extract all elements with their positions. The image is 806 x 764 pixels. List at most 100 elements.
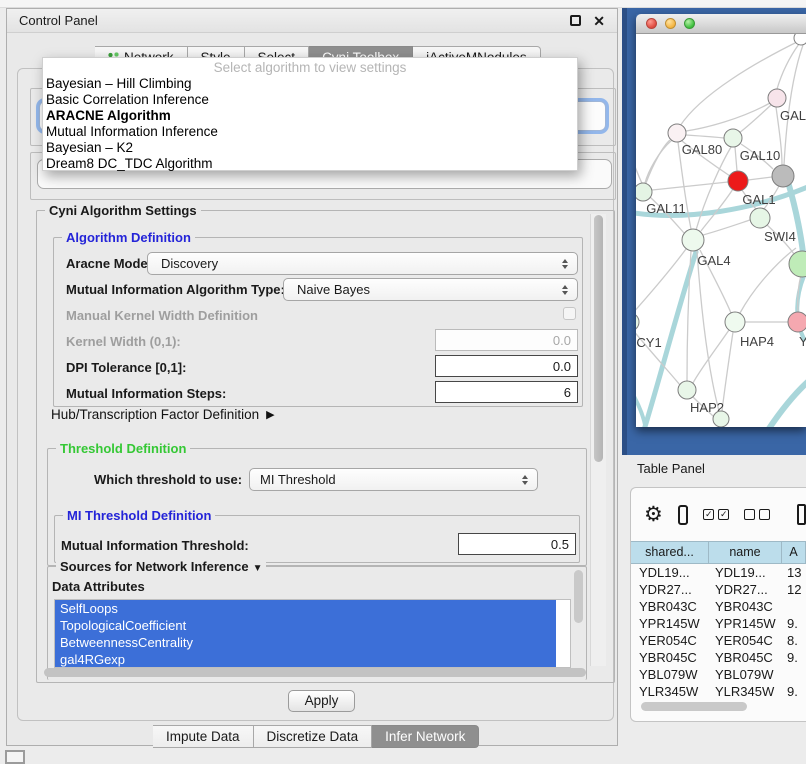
kernel-width-field: 0.0 — [435, 329, 578, 351]
cyni-bottom-tab[interactable]: Discretize Data — [254, 725, 373, 748]
top-edge-strip — [0, 0, 806, 8]
hub-transcription-factor-section[interactable]: Hub/Transcription Factor Definition ▶ — [51, 407, 275, 422]
network-node[interactable] — [713, 411, 729, 427]
aracne-mode-combobox[interactable]: Discovery — [147, 252, 578, 275]
algorithm-options: Bayesian – Hill ClimbingBasic Correlatio… — [43, 76, 577, 172]
network-node[interactable] — [772, 165, 794, 187]
tab-label: Infer Network — [385, 729, 465, 744]
algorithm-option[interactable]: ARACNE Algorithm — [43, 108, 577, 124]
network-node[interactable] — [789, 251, 806, 277]
gear-icon[interactable]: ⚙ — [644, 504, 663, 525]
node-label-GAL1: GAL1 — [742, 192, 775, 207]
document-icon[interactable] — [797, 504, 806, 525]
scrollbar-thumb[interactable] — [641, 702, 747, 711]
network-node-GAL10[interactable] — [724, 129, 742, 147]
table-row[interactable]: YDR27... YDR27... 12 — [631, 581, 806, 598]
network-edge[interactable] — [748, 177, 772, 180]
select-all-icon[interactable]: ✓ ✓ — [703, 509, 729, 520]
network-graph[interactable]: GAL2GAL80GAL10GAL1GAL11SWI4GAL4GCY1HAP4Y… — [636, 34, 806, 427]
network-view-window: GAL2GAL80GAL10GAL1GAL11SWI4GAL4GCY1HAP4Y… — [636, 14, 806, 427]
network-node-HAP4[interactable] — [725, 312, 745, 332]
cyni-bottom-tab[interactable]: Infer Network — [372, 725, 479, 748]
network-node-HAP2[interactable] — [678, 381, 696, 399]
collapse-down-icon[interactable]: ▼ — [253, 563, 263, 574]
algorithm-option[interactable]: Bayesian – Hill Climbing — [43, 76, 577, 92]
mi-algorithm-type-value: Naive Bayes — [284, 282, 557, 297]
table-row[interactable]: YBR045C YBR045C 9. — [631, 649, 806, 666]
network-node-SWI4[interactable] — [750, 208, 770, 228]
network-edge[interactable] — [735, 147, 737, 171]
network-node[interactable] — [794, 34, 806, 45]
network-edge[interactable] — [696, 147, 731, 230]
unchecked-box-icon — [759, 509, 770, 520]
table-row[interactable]: YER054C YER054C 8. — [631, 632, 806, 649]
dpi-tolerance-field[interactable]: 0.0 — [435, 355, 578, 377]
network-edge-highlighted[interactable] — [768, 378, 806, 427]
network-node-GAL80[interactable] — [668, 124, 686, 142]
which-threshold-combobox[interactable]: MI Threshold — [249, 468, 538, 491]
expand-right-icon[interactable]: ▶ — [266, 408, 274, 421]
attribute-list-item[interactable]: gal4RGexp — [55, 651, 556, 668]
algorithm-option[interactable]: Basic Correlation Inference — [43, 92, 577, 108]
network-edge[interactable] — [739, 105, 771, 133]
attribute-list-item[interactable]: BetweennessCentrality — [55, 634, 556, 651]
cyni-bottom-tab[interactable]: Impute Data — [153, 725, 254, 748]
data-attributes-label: Data Attributes — [52, 579, 145, 594]
network-edge[interactable] — [636, 154, 642, 183]
control-panel-title: Control Panel — [19, 13, 570, 28]
table-row[interactable]: YDL19... YDL19... 13 — [631, 564, 806, 581]
cell-value: 12 — [782, 581, 806, 598]
stepper-icon — [517, 475, 533, 485]
network-node-GAL2[interactable] — [768, 89, 786, 107]
network-canvas[interactable]: GAL2GAL80GAL10GAL1GAL11SWI4GAL4GCY1HAP4Y… — [636, 34, 806, 427]
apply-button[interactable]: Apply — [288, 690, 355, 712]
cell-shared-name: YBR043C — [631, 598, 709, 615]
network-edge-highlighted[interactable] — [636, 386, 646, 427]
close-icon[interactable]: ✕ — [593, 14, 605, 28]
table-row[interactable]: YBR043C YBR043C — [631, 598, 806, 615]
attribute-list-scrollbar[interactable] — [574, 570, 583, 623]
network-edge[interactable] — [652, 182, 728, 190]
attribute-list-item[interactable]: SelfLoops — [55, 600, 556, 617]
column-header-shared-name[interactable]: shared... — [631, 542, 709, 563]
table-row[interactable]: YLR345W YLR345W 9. — [631, 683, 806, 700]
mi-threshold-field[interactable]: 0.5 — [458, 533, 576, 555]
scrollbar-thumb[interactable] — [44, 668, 586, 677]
window-zoom-icon[interactable] — [684, 18, 695, 29]
network-node-GAL11[interactable] — [636, 183, 652, 201]
group-title: MI Threshold Definition — [63, 508, 215, 523]
algorithm-dropdown-popup: Select algorithm to view settings Bayesi… — [42, 57, 578, 171]
column-header-clipped[interactable]: A — [782, 542, 806, 563]
algorithm-option[interactable]: Mutual Information Inference — [43, 124, 577, 140]
split-columns-icon[interactable] — [678, 505, 688, 525]
table-row[interactable]: YBL079W YBL079W — [631, 666, 806, 683]
network-edge[interactable] — [697, 251, 719, 411]
float-window-icon[interactable] — [570, 15, 581, 26]
attribute-list-item[interactable]: TopologicalCoefficient — [55, 617, 556, 634]
network-node-GAL1[interactable] — [728, 171, 748, 191]
network-edge[interactable] — [740, 248, 796, 313]
network-node-GAL4[interactable] — [682, 229, 704, 251]
window-close-icon[interactable] — [646, 18, 657, 29]
network-edge[interactable] — [703, 220, 750, 235]
algorithm-option[interactable]: Bayesian – K2 — [43, 140, 577, 156]
scrollbar-thumb[interactable] — [594, 215, 603, 462]
column-header-name[interactable]: name — [709, 542, 782, 563]
mi-algorithm-type-combobox[interactable]: Naive Bayes — [283, 278, 578, 301]
window-minimize-icon[interactable] — [665, 18, 676, 29]
algorithm-option[interactable]: Dream8 DC_TDC Algorithm — [43, 156, 577, 172]
mi-steps-field[interactable]: 6 — [435, 381, 578, 403]
network-edge[interactable] — [686, 135, 724, 138]
settings-vertical-scrollbar[interactable] — [590, 214, 606, 666]
mi-algorithm-type-label: Mutual Information Algorithm Type: — [66, 282, 285, 297]
cell-value — [782, 666, 806, 683]
network-node-GCY1[interactable] — [636, 313, 639, 331]
network-window-titlebar[interactable] — [636, 14, 806, 34]
network-edge[interactable] — [646, 140, 670, 183]
network-node-Y[interactable] — [788, 312, 806, 332]
settings-horizontal-scrollbar[interactable] — [42, 667, 588, 678]
table-horizontal-scrollbar[interactable] — [635, 702, 803, 712]
cell-shared-name: YDL19... — [631, 564, 709, 581]
deselect-all-icon[interactable] — [744, 509, 770, 520]
table-row[interactable]: YPR145W YPR145W 9. — [631, 615, 806, 632]
